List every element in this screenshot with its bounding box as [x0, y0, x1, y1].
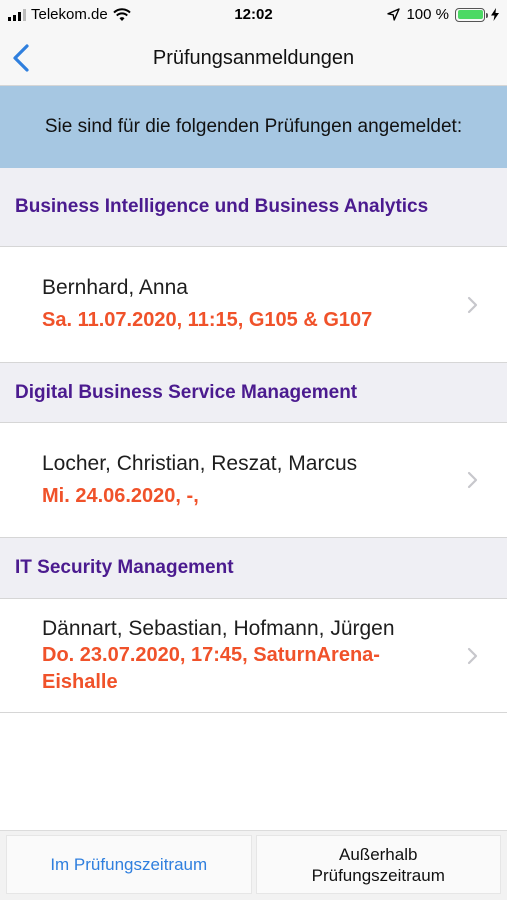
status-right: 100 %: [387, 6, 499, 23]
navigation-bar: Prüfungsanmeldungen: [0, 30, 507, 86]
course-header: Business Intelligence und Business Analy…: [0, 168, 507, 247]
exam-details: Do. 23.07.2020, 17:45, SaturnArena-Eisha…: [42, 643, 380, 693]
exam-details: Mi. 24.06.2020, -,: [42, 484, 199, 507]
tab-bar: Im Prüfungszeitraum Außerhalb Prüfungsze…: [0, 830, 507, 900]
chevron-right-icon: [467, 647, 478, 664]
tab-outside-exam-period[interactable]: Außerhalb Prüfungszeitraum: [255, 835, 501, 894]
exam-row[interactable]: Locher, Christian, Reszat, Marcus Mi. 24…: [0, 423, 507, 538]
tab-label: Im Prüfungszeitraum: [50, 855, 208, 874]
charging-bolt-icon: [491, 8, 499, 21]
info-banner: Sie sind für die folgenden Prüfungen ang…: [0, 86, 507, 168]
tab-label-line1: Außerhalb: [339, 844, 418, 864]
battery-icon: [455, 7, 488, 22]
examiner-names: Bernhard, Anna: [42, 276, 188, 299]
course-header: Digital Business Service Management: [0, 363, 507, 423]
examiner-names: Locher, Christian, Reszat, Marcus: [42, 451, 358, 475]
chevron-right-icon: [467, 471, 478, 489]
battery-fill: [457, 10, 483, 19]
exam-row[interactable]: Dännart, Sebastian, Hofmann, Jürgen Do. …: [0, 599, 507, 713]
tab-label: Außerhalb Prüfungszeitraum: [312, 844, 445, 886]
chevron-right-icon: [467, 296, 478, 313]
page-title: Prüfungsanmeldungen: [152, 47, 355, 69]
tab-label-line2: Prüfungszeitraum: [311, 865, 445, 885]
exam-list: Business Intelligence und Business Analy…: [0, 168, 507, 713]
examiner-names: Dännart, Sebastian, Hofmann, Jürgen: [42, 616, 395, 640]
tab-in-exam-period[interactable]: Im Prüfungszeitraum: [6, 835, 252, 894]
exam-row[interactable]: Bernhard, Anna Sa. 11.07.2020, 11:15, G1…: [0, 247, 507, 363]
location-arrow-icon: [387, 8, 401, 21]
exam-details: Sa. 11.07.2020, 11:15, G105 & G107: [42, 309, 373, 331]
course-header: IT Security Management: [0, 538, 507, 599]
battery-percent: 100 %: [406, 6, 449, 23]
status-bar: Telekom.de 12:02 100 %: [0, 0, 507, 30]
